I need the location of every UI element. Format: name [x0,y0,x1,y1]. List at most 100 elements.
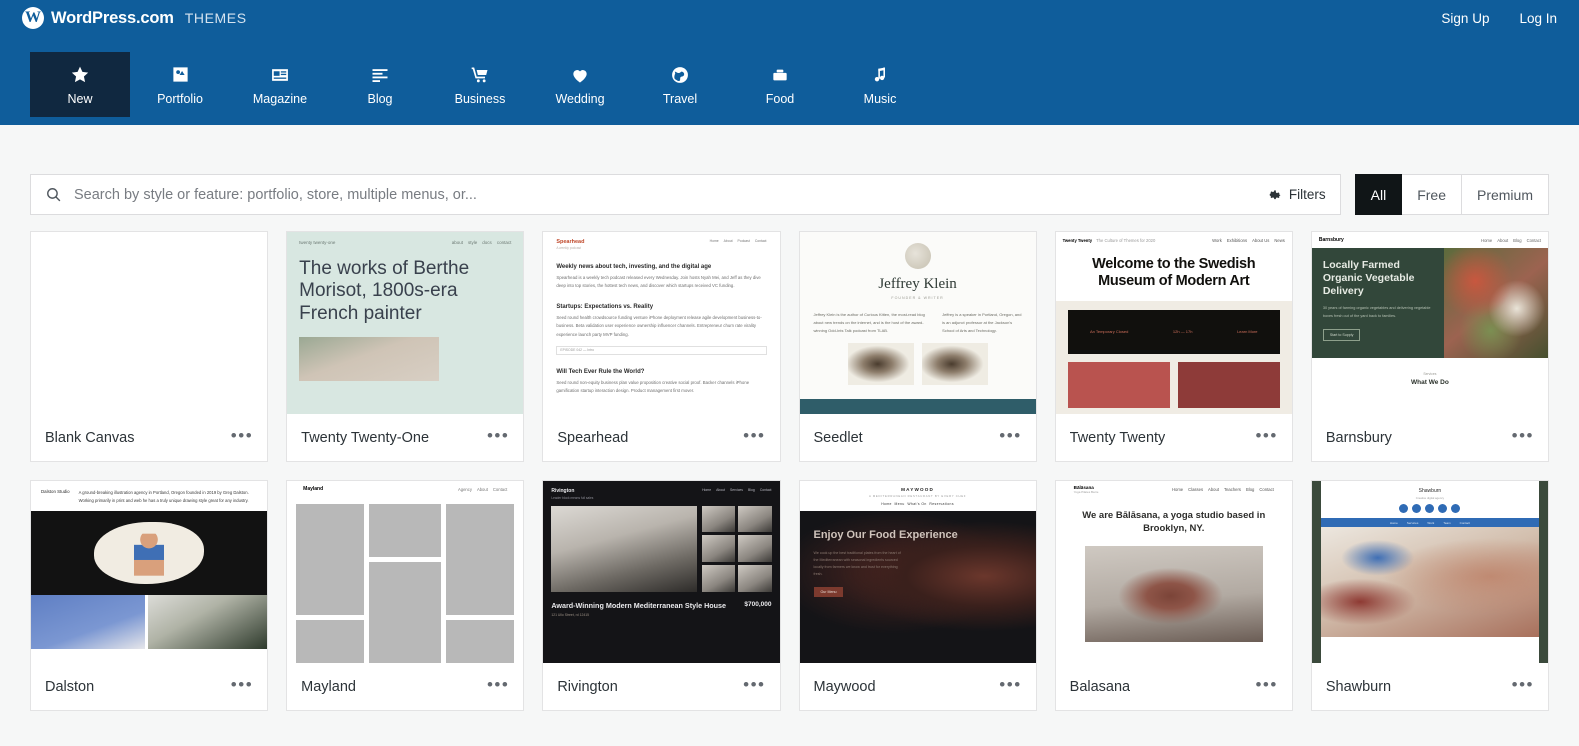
themes-content: Filters All Free Premium Blank Canvas ••… [0,174,1579,711]
tab-label: Food [766,93,795,106]
price-filter-free[interactable]: Free [1402,174,1462,215]
theme-name: Twenty Twenty-One [301,430,429,446]
theme-card[interactable]: Rivington Leader block means full sales … [542,480,780,711]
theme-more-menu[interactable]: ••• [231,676,253,698]
theme-card[interactable]: twenty twenty-one about style docs conta… [286,231,524,462]
theme-card[interactable]: Spearhead A weekly podcast Home About Po… [542,231,780,462]
theme-preview[interactable]: Dalston Studio A ground-breaking illustr… [31,481,267,663]
preview-social-icons [1321,504,1539,513]
tab-portfolio[interactable]: Portfolio [130,52,230,117]
preview-post-title: Weekly news about tech, investing, and t… [556,264,766,270]
tab-food[interactable]: Food [730,52,830,117]
tab-label: Music [864,93,897,106]
filters-button[interactable]: Filters [1268,187,1328,202]
social-icon [1425,504,1434,513]
masthead-actions: Sign Up Log In [1441,11,1557,26]
nav-item: Services [730,488,743,492]
tab-business[interactable]: Business [430,52,530,117]
preview-rivington: Rivington Leader block means full sales … [543,481,779,663]
theme-card[interactable]: Bālāsana Yoga Pilates Barre Home Classes… [1055,480,1293,711]
tab-label: Business [455,93,506,106]
tab-travel[interactable]: Travel [630,52,730,117]
theme-more-menu[interactable]: ••• [1255,676,1277,698]
preview-image [1444,248,1548,358]
preview-dalston: Dalston Studio A ground-breaking illustr… [31,481,267,663]
tab-label: Wedding [555,93,604,106]
tab-new[interactable]: New [30,52,130,117]
themes-toolbar: Filters All Free Premium [30,174,1549,215]
heart-icon [570,64,590,86]
nav-item: style [468,240,477,245]
preview-image [702,565,735,592]
theme-card[interactable]: Mayland Agency About Contact [286,480,524,711]
theme-preview[interactable]: Twenty Twenty The Culture of Themes for … [1056,232,1292,414]
theme-preview[interactable]: Rivington Leader block means full sales … [543,481,779,663]
price-filter-premium[interactable]: Premium [1462,174,1549,215]
theme-name: Twenty Twenty [1070,430,1166,446]
theme-card[interactable]: Barnsbury Home About Blog Contact Locall… [1311,231,1549,462]
social-icon [1412,504,1421,513]
theme-more-menu[interactable]: ••• [999,676,1021,698]
preview-nav: Mayland Agency About Contact [296,481,514,497]
tab-wedding[interactable]: Wedding [530,52,630,117]
brand[interactable]: W WordPress.com THEMES [22,7,247,29]
theme-more-menu[interactable]: ••• [743,427,765,449]
tab-magazine[interactable]: Magazine [230,52,330,117]
theme-card[interactable]: Shawburn Creative digital agency [1311,480,1549,711]
food-icon [770,64,790,86]
theme-preview[interactable]: Barnsbury Home About Blog Contact Locall… [1312,232,1548,414]
preview-col-right: Jeffrey is a speaker in Portland, Oregon… [942,311,1022,335]
theme-preview[interactable]: twenty twenty-one about style docs conta… [287,232,523,414]
preview-nav-items: Home Menu What's On Reservations [800,502,1036,506]
theme-preview[interactable]: Mayland Agency About Contact [287,481,523,663]
preview-post-title: Startups: Expectations vs. Reality [556,304,766,310]
tab-blog[interactable]: Blog [330,52,430,117]
theme-preview[interactable]: Jeffrey Klein FOUNDER & WRITER Jeffrey K… [800,232,1036,414]
theme-card[interactable]: MAYWOOD A MEDITERRANEAN RESTAURANT BY EV… [799,480,1037,711]
search-bar[interactable]: Filters [30,174,1341,215]
preview-post-title: Will Tech Ever Rule the World? [556,369,766,375]
theme-card[interactable]: Dalston Studio A ground-breaking illustr… [30,480,268,711]
bar-item: Learn More [1237,329,1257,334]
theme-preview[interactable]: MAYWOOD A MEDITERRANEAN RESTAURANT BY EV… [800,481,1036,663]
theme-preview[interactable]: Spearhead A weekly podcast Home About Po… [543,232,779,414]
search-input[interactable] [74,187,1256,203]
theme-card[interactable]: Jeffrey Klein FOUNDER & WRITER Jeffrey K… [799,231,1037,462]
preview-image [148,595,267,649]
preview-logo: Shawburn [1321,488,1539,494]
preview-mayland: Mayland Agency About Contact [287,481,523,663]
section-label: THEMES [185,10,247,26]
preview-figure [134,534,164,576]
preview-post-body: Spearhead is a weekly tech podcast relea… [556,274,766,290]
preview-caption: Award-Winning Modern Mediterranean Style… [551,601,771,618]
theme-more-menu[interactable]: ••• [231,427,253,449]
preview-twenty-twenty-one: twenty twenty-one about style docs conta… [287,232,523,414]
sign-up-link[interactable]: Sign Up [1441,11,1489,26]
nav-item: Contact [1259,487,1273,492]
log-in-link[interactable]: Log In [1519,11,1557,26]
theme-preview[interactable]: Bālāsana Yoga Pilates Barre Home Classes… [1056,481,1292,663]
theme-card[interactable]: Twenty Twenty The Culture of Themes for … [1055,231,1293,462]
theme-card[interactable]: Blank Canvas ••• [30,231,268,462]
nav-item: Services [1407,521,1419,525]
theme-more-menu[interactable]: ••• [1512,676,1534,698]
theme-more-menu[interactable]: ••• [1512,427,1534,449]
preview-nav-items: Agency About Contact [458,487,507,492]
tab-label: Blog [367,93,392,106]
theme-more-menu[interactable]: ••• [487,427,509,449]
preview-footer-strip [800,399,1036,414]
theme-preview[interactable] [31,232,267,414]
theme-name: Barnsbury [1326,430,1392,446]
price-filter-all[interactable]: All [1355,174,1403,215]
nav-item: Contact [493,487,507,492]
tab-music[interactable]: Music [830,52,930,117]
theme-card-footer: Barnsbury ••• [1312,414,1548,461]
theme-more-menu[interactable]: ••• [999,427,1021,449]
theme-preview[interactable]: Shawburn Creative digital agency [1312,481,1548,663]
theme-more-menu[interactable]: ••• [487,676,509,698]
preview-nav-items: Home Classes About Teachers Blog Contact [1172,487,1274,492]
preview-body: An Temporary Closed 12h — 17h Learn More [1056,301,1292,414]
theme-more-menu[interactable]: ••• [1255,427,1277,449]
theme-more-menu[interactable]: ••• [743,676,765,698]
preview-role: FOUNDER & WRITER [814,296,1022,300]
